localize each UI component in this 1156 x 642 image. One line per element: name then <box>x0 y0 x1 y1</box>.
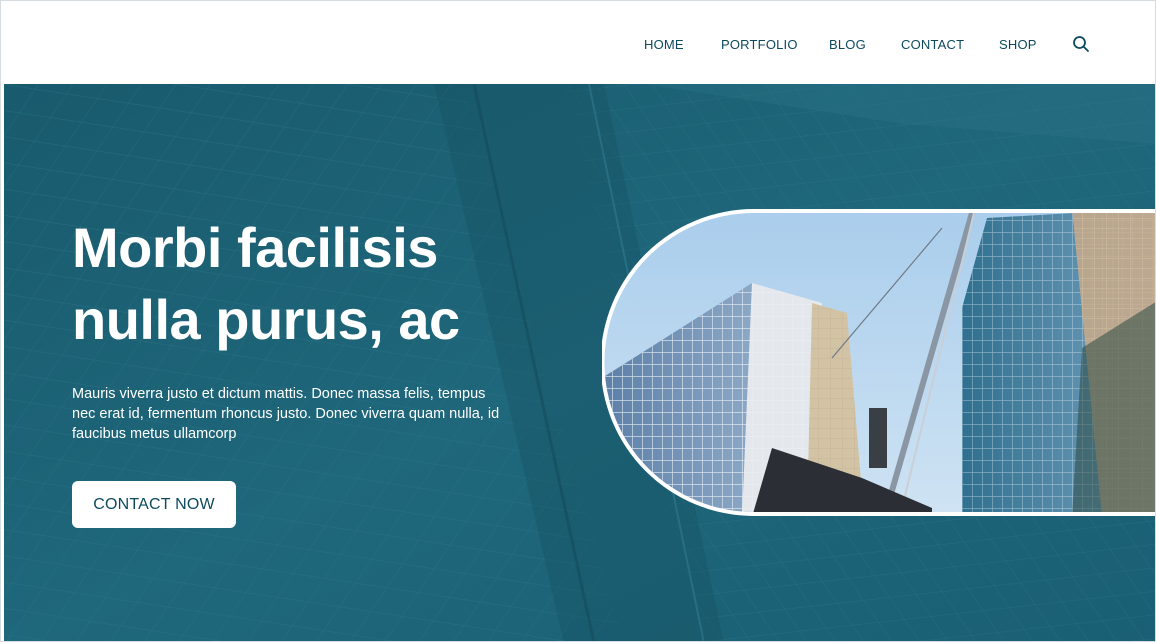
main-nav: HOME PORTFOLIO BLOG CONTACT SHOP <box>1 37 1155 55</box>
site-header: HOME PORTFOLIO BLOG CONTACT SHOP <box>1 1 1155 84</box>
hero-title: Morbi facilisis nulla purus, ac <box>72 216 460 351</box>
hero-description: Mauris viverra justo et dictum mattis. D… <box>72 386 500 442</box>
hero-photo <box>600 208 1155 517</box>
nav-item-contact[interactable]: CONTACT <box>901 37 964 52</box>
nav-item-blog[interactable]: BLOG <box>829 37 866 52</box>
page: HOME PORTFOLIO BLOG CONTACT SHOP Morbi f… <box>0 0 1156 642</box>
hero-section: Morbi facilisis nulla purus, ac Mauris v… <box>4 84 1155 641</box>
nav-item-portfolio[interactable]: PORTFOLIO <box>721 37 798 52</box>
search-icon[interactable] <box>1072 35 1090 53</box>
nav-item-home[interactable]: HOME <box>644 37 684 52</box>
nav-item-shop[interactable]: SHOP <box>999 37 1037 52</box>
contact-now-button[interactable]: CONTACT NOW <box>72 481 236 528</box>
